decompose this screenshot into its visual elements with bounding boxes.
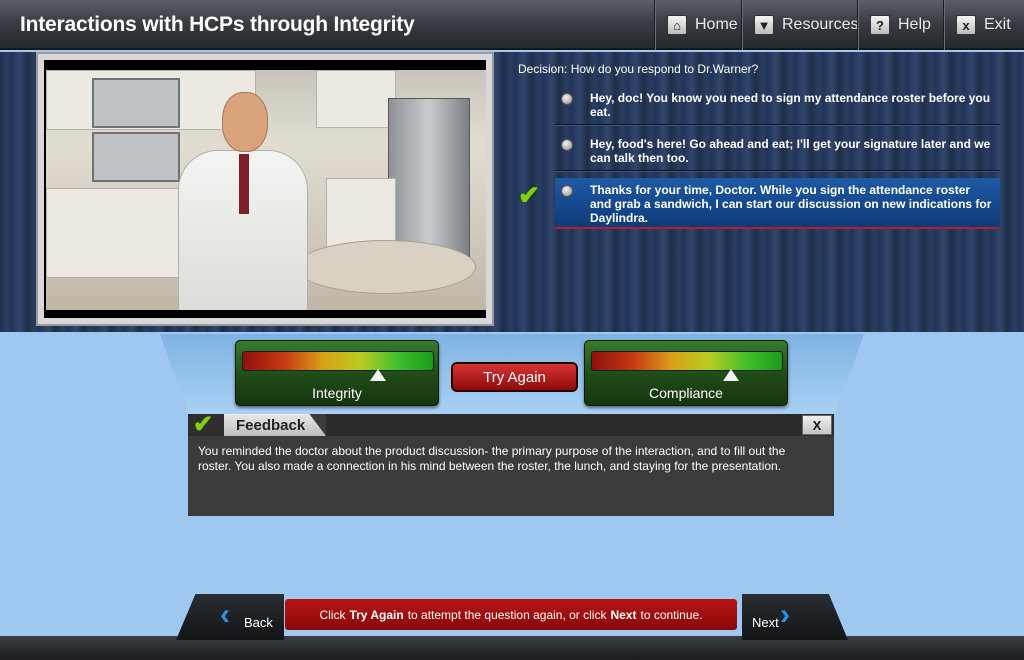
resources-button[interactable]: ▼ Resources [741,0,870,50]
next-button[interactable]: Next › [742,594,848,640]
video-screen [44,60,486,318]
response-option-3[interactable]: Thanks for your time, Doctor. While you … [555,178,1000,229]
microwave-top [92,78,180,128]
doctor-head [222,92,268,152]
instruction-part1: Click [319,607,346,622]
help-button[interactable]: ? Help [857,0,943,50]
chevron-right-icon: › [780,598,790,631]
checkmark-icon: ✔ [193,411,214,438]
compliance-gauge [591,351,783,371]
video-control-bar [44,310,486,318]
video-still-kitchen [46,70,486,314]
compliance-label: Compliance [649,385,723,401]
feedback-check-box: ✔ [188,411,224,438]
option-text: Hey, doc! You know you need to sign my a… [590,91,991,119]
compliance-marker [723,369,740,381]
download-icon: ▼ [754,15,774,35]
instruction-part3: to continue. [640,607,703,622]
integrity-marker [370,369,387,381]
option-text: Hey, food's here! Go ahead and eat; I'll… [590,137,991,165]
page-title: Interactions with HCPs through Integrity [20,13,415,36]
checkmark-icon: ✔ [518,180,540,210]
header-bar: Interactions with HCPs through Integrity… [0,0,1024,50]
option-text: Thanks for your time, Doctor. While you … [590,183,992,225]
instruction-next: Next [610,607,637,622]
upper-cabinets-right [316,70,396,128]
chevron-left-icon: ‹ [220,598,230,631]
radio-button[interactable] [561,139,573,151]
exit-button[interactable]: x Exit [943,0,1023,50]
feedback-title: Feedback [236,417,306,434]
lower-cabinets [46,188,196,278]
doctor-tie [239,154,249,214]
feedback-header-bar [326,414,834,436]
home-button[interactable]: ⌂ Home [654,0,750,50]
radio-button[interactable] [561,185,573,197]
close-button[interactable]: X [802,415,832,435]
feedback-text: You reminded the doctor about the produc… [198,444,786,473]
help-label: Help [898,16,931,33]
try-again-button[interactable]: Try Again [451,362,578,392]
home-icon: ⌂ [667,15,687,35]
table [296,240,476,294]
compliance-meter: Compliance [584,340,788,406]
radio-button[interactable] [561,93,573,105]
back-label: Back [244,615,273,630]
microwave-bottom [92,132,180,182]
response-option-1[interactable]: Hey, doc! You know you need to sign my a… [555,86,1000,125]
response-option-2[interactable]: Hey, food's here! Go ahead and eat; I'll… [555,132,1000,171]
video-player[interactable] [36,52,494,326]
integrity-gauge [242,351,434,371]
integrity-meter: Integrity [235,340,439,406]
feedback-panel: ✔ Feedback X You reminded the doctor abo… [188,411,834,516]
instruction-try-again: Try Again [349,607,404,622]
footer-bar [0,636,1024,660]
close-icon: x [956,15,976,35]
exit-label: Exit [984,16,1011,33]
refrigerator [388,98,470,258]
instruction-banner: Click Try Again to attempt the question … [285,599,737,630]
back-button[interactable]: ‹ Back [176,594,284,640]
resources-label: Resources [782,16,859,33]
decision-question: Decision: How do you respond to Dr.Warne… [518,62,759,76]
instruction-part2: to attempt the question again, or click [407,607,607,622]
integrity-label: Integrity [312,385,362,401]
next-label: Next [752,615,779,630]
home-label: Home [695,16,738,33]
help-icon: ? [870,15,890,35]
